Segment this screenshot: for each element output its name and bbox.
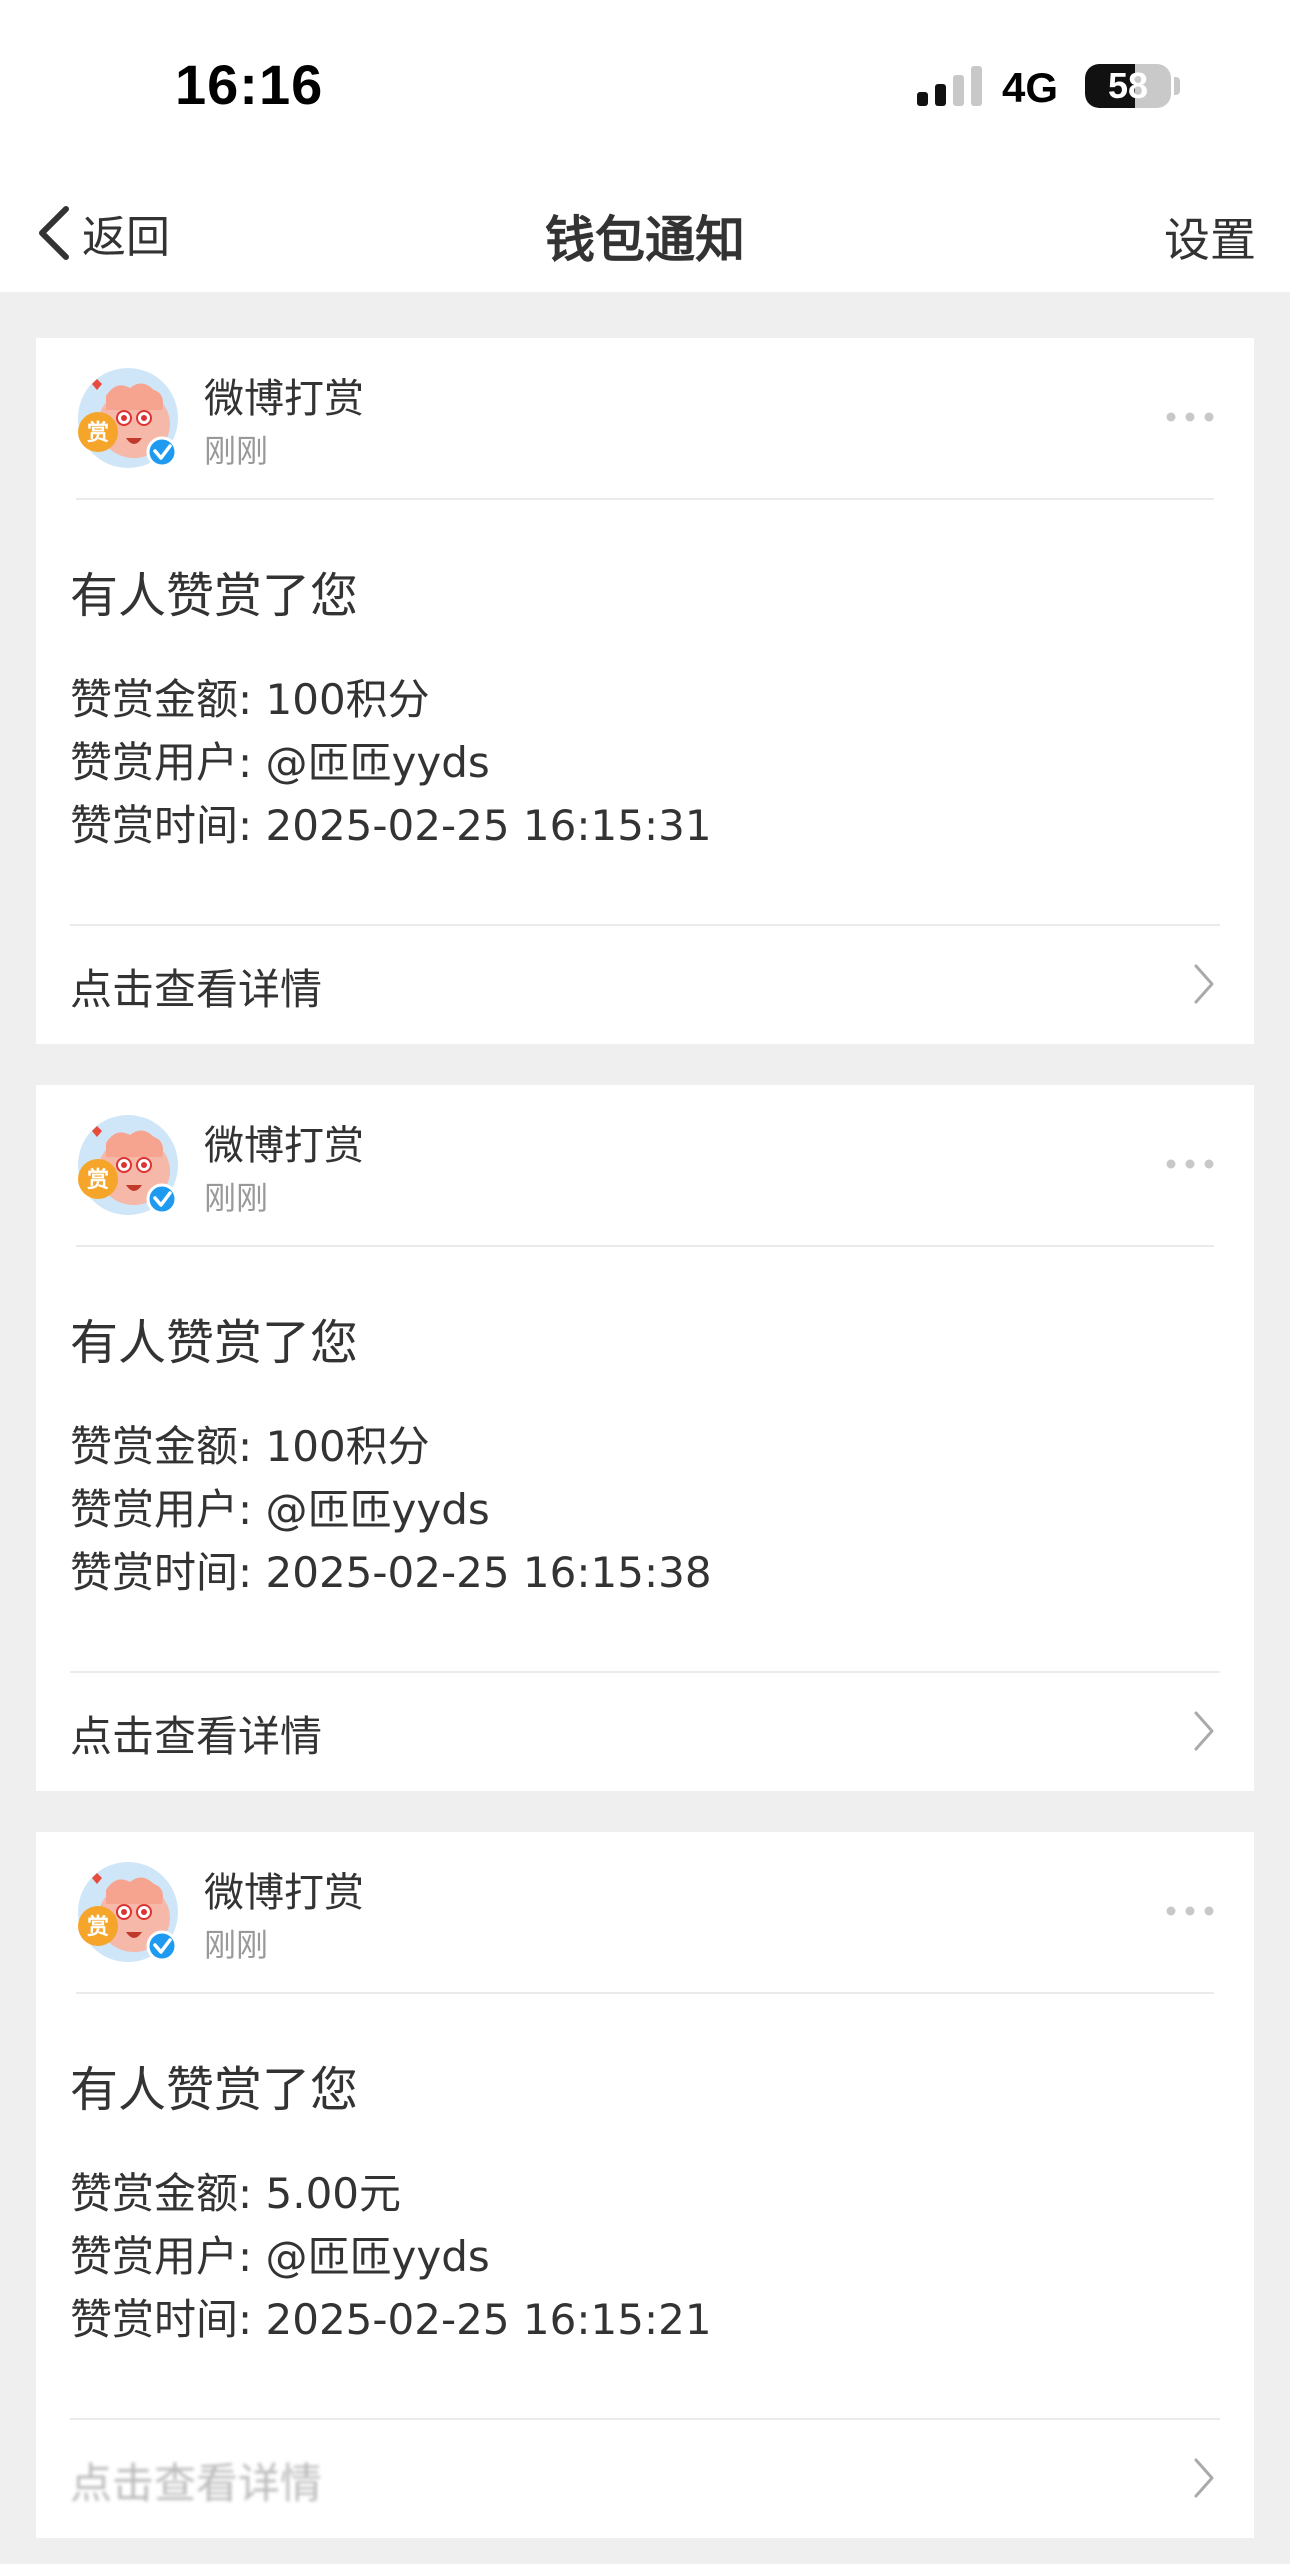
view-details-label: 点击查看详情	[70, 2459, 323, 2508]
message-details: 赞赏金额: 5.00元赞赏用户: @匝匝yyds 赞赏时间: 2025-02-25…	[70, 2162, 712, 2351]
view-details-button[interactable]: 点击查看详情	[36, 1673, 1254, 1791]
detail-line: 赞赏金额: 100积分	[70, 1422, 430, 1471]
status-bar: 16:16 4G 58	[0, 0, 1290, 170]
cellular-signal-icon	[917, 66, 982, 106]
more-icon[interactable]	[1164, 410, 1216, 424]
message-title: 有人赞赏了您	[70, 2062, 359, 2118]
battery-percent: 58	[1107, 65, 1149, 106]
divider	[76, 1992, 1214, 1994]
divider	[76, 498, 1214, 500]
card-header: 赏 微博打赏 刚刚	[36, 338, 1254, 498]
settings-button[interactable]: 设置	[1164, 204, 1256, 270]
sender-name[interactable]: 微博打赏	[204, 1860, 364, 1918]
card-header: 赏 微博打赏 刚刚	[36, 1832, 1254, 1992]
notification-card: 赏 微博打赏 刚刚 有人赞赏了您 赞赏金额: 5.00元赞赏用户: @匝匝yyd…	[36, 1832, 1254, 2538]
divider	[76, 1245, 1214, 1247]
weibo-reward-avatar[interactable]: 赏	[76, 1860, 180, 1964]
svg-text:赏: 赏	[87, 1168, 109, 1193]
detail-line: 赞赏时间: 2025-02-25 16:15:21	[70, 2295, 712, 2344]
sender-name[interactable]: 微博打赏	[204, 366, 364, 424]
view-details-button[interactable]: 点击查看详情	[36, 2420, 1254, 2538]
chevron-right-icon	[1194, 964, 1214, 1004]
card-header: 赏 微博打赏 刚刚	[36, 1085, 1254, 1245]
detail-line: 赞赏用户: @匝匝yyds	[70, 2232, 490, 2281]
sender-time: 刚刚	[204, 1179, 269, 1217]
weibo-reward-avatar[interactable]: 赏	[76, 1113, 180, 1217]
view-details-label: 点击查看详情	[70, 1712, 323, 1761]
notification-card: 赏 微博打赏 刚刚 有人赞赏了您 赞赏金额: 100积分赞赏用户: @匝匝yyd…	[36, 338, 1254, 1044]
page-title: 钱包通知	[545, 211, 745, 269]
detail-line: 赞赏金额: 5.00元	[70, 2169, 402, 2218]
message-title: 有人赞赏了您	[70, 1315, 359, 1371]
sender-time: 刚刚	[204, 1926, 269, 1964]
chevron-right-icon	[1194, 1711, 1214, 1751]
detail-line: 赞赏用户: @匝匝yyds	[70, 1485, 490, 1534]
message-title: 有人赞赏了您	[70, 568, 359, 624]
detail-line: 赞赏时间: 2025-02-25 16:15:31	[70, 801, 712, 850]
detail-line: 赞赏金额: 100积分	[70, 675, 430, 724]
more-icon[interactable]	[1164, 1904, 1216, 1918]
battery-icon: 58	[1085, 64, 1171, 108]
svg-text:赏: 赏	[87, 1915, 109, 1940]
view-details-button[interactable]: 点击查看详情	[36, 926, 1254, 1044]
message-details: 赞赏金额: 100积分赞赏用户: @匝匝yyds 赞赏时间: 2025-02-25…	[70, 1415, 712, 1604]
chevron-right-icon	[1194, 2458, 1214, 2498]
weibo-reward-avatar[interactable]: 赏	[76, 366, 180, 470]
sender-time: 刚刚	[204, 432, 269, 470]
battery-cap	[1174, 77, 1180, 95]
notification-card: 赏 微博打赏 刚刚 有人赞赏了您 赞赏金额: 100积分赞赏用户: @匝匝yyd…	[36, 1085, 1254, 1791]
message-details: 赞赏金额: 100积分赞赏用户: @匝匝yyds 赞赏时间: 2025-02-25…	[70, 668, 712, 857]
status-time: 16:16	[175, 53, 324, 116]
nav-bar: 返回 钱包通知 设置	[0, 170, 1290, 292]
network-type: 4G	[1002, 64, 1059, 111]
view-details-label: 点击查看详情	[70, 965, 323, 1014]
detail-line: 赞赏时间: 2025-02-25 16:15:38	[70, 1548, 712, 1597]
more-icon[interactable]	[1164, 1157, 1216, 1171]
detail-line: 赞赏用户: @匝匝yyds	[70, 738, 490, 787]
svg-text:赏: 赏	[87, 421, 109, 446]
sender-name[interactable]: 微博打赏	[204, 1113, 364, 1171]
